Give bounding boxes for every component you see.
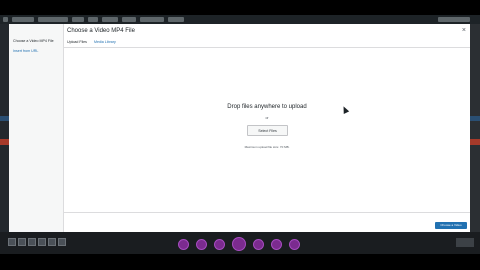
drop-instructions: Drop files anywhere to upload (227, 104, 307, 110)
media-tabs: Upload Files Media Library (67, 40, 122, 44)
toolbar-thumb-icon[interactable] (18, 238, 26, 246)
select-files-button[interactable]: Select Files (247, 125, 288, 136)
toolbar-controls (178, 237, 300, 251)
toolbar-control-button[interactable] (253, 238, 264, 250)
admin-bar-item[interactable] (102, 17, 118, 22)
toolbar-thumb-icon[interactable] (28, 238, 36, 246)
admin-bar-item[interactable] (140, 17, 164, 22)
max-upload-size: Maximum upload file size: 70 MB. (244, 145, 290, 149)
admin-bar-item[interactable] (168, 17, 184, 22)
toolbar-left-group (8, 238, 66, 248)
sidebar-item-insert-from-url[interactable]: Insert from URL (9, 49, 63, 53)
admin-bar (0, 15, 480, 24)
toolbar-thumb-icon[interactable] (58, 238, 66, 246)
toolbar-thumb-icon[interactable] (8, 238, 16, 246)
tab-media-library[interactable]: Media Library (94, 40, 116, 44)
modal-title: Choose a Video MP4 File (67, 28, 135, 34)
admin-bar-item[interactable] (88, 17, 98, 22)
admin-bar-account[interactable] (438, 17, 470, 22)
tabs-divider (64, 47, 470, 48)
admin-bar-item[interactable] (12, 17, 34, 22)
page-behind (470, 24, 480, 234)
modal-sidebar: Choose a Video MP4 File Insert from URL (9, 24, 64, 232)
page-behind (0, 116, 9, 121)
page-behind (470, 116, 480, 121)
sidebar-item-choose-video[interactable]: Choose a Video MP4 File (9, 39, 63, 43)
toolbar-control-button[interactable] (214, 238, 225, 250)
screen: Choose a Video MP4 File Insert from URL … (0, 0, 480, 270)
close-icon[interactable]: × (462, 27, 466, 34)
toolbar-control-button[interactable] (271, 238, 282, 250)
drop-or: or (265, 116, 269, 120)
toolbar-main-button[interactable] (232, 237, 246, 251)
admin-bar-item[interactable] (38, 17, 68, 22)
tab-upload-files[interactable]: Upload Files (67, 40, 87, 44)
admin-sidebar-behind (0, 24, 9, 234)
toolbar-thumb-icon[interactable] (48, 238, 56, 246)
media-modal: Choose a Video MP4 File Insert from URL … (9, 24, 470, 232)
page-behind (470, 139, 480, 145)
modal-footer: Choose a Video (64, 212, 470, 233)
admin-bar-item[interactable] (72, 17, 84, 22)
toolbar-control-button[interactable] (178, 238, 189, 250)
toolbar-thumb-icon[interactable] (38, 238, 46, 246)
toolbar-right-item[interactable] (456, 238, 474, 247)
video-toolbar (0, 236, 480, 252)
toolbar-control-button[interactable] (196, 238, 207, 250)
choose-video-button[interactable]: Choose a Video (435, 222, 467, 229)
page-behind (0, 139, 9, 145)
wordpress-icon[interactable] (3, 17, 8, 22)
admin-bar-item[interactable] (122, 17, 136, 22)
toolbar-control-button[interactable] (289, 238, 300, 250)
